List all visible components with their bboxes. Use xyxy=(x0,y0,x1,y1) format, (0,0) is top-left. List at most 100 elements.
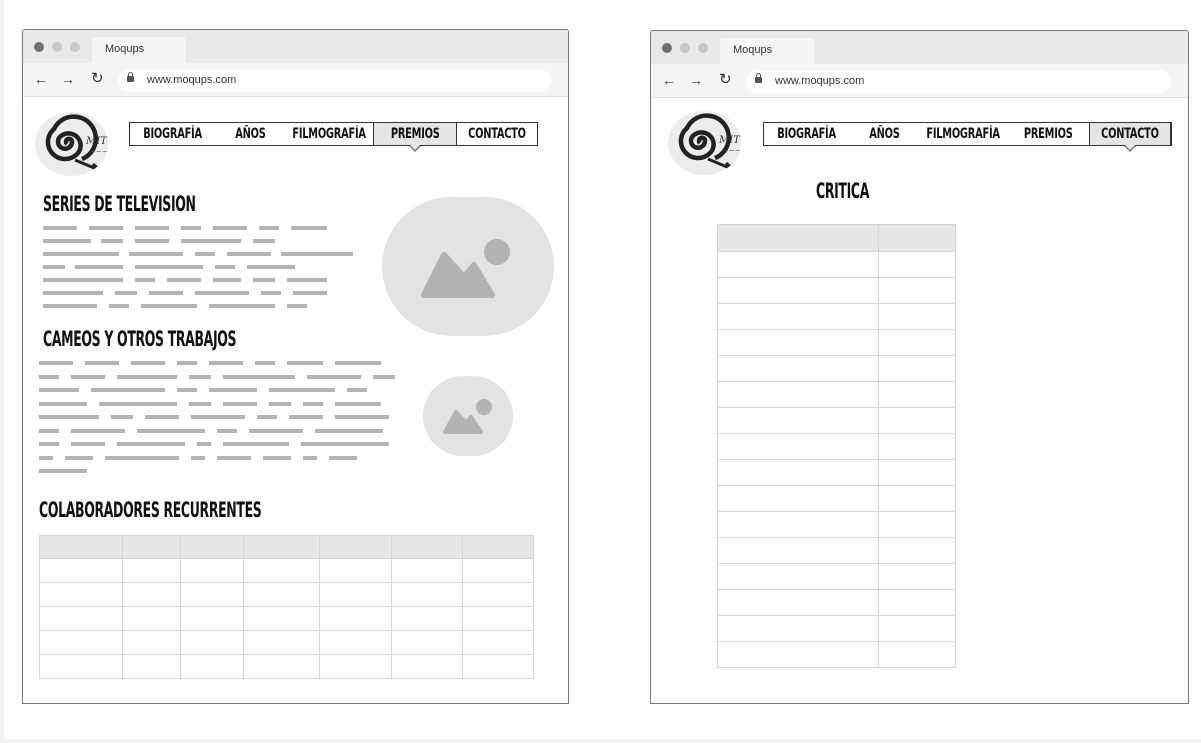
nav-item-filmografia[interactable]: FILMOGRAFÍA xyxy=(285,123,373,145)
nav-item-premios[interactable]: PREMIOS xyxy=(373,123,457,152)
table-cell xyxy=(878,485,956,512)
table-cell xyxy=(878,251,956,278)
site-logo[interactable]: MIT ~~~ xyxy=(35,112,108,176)
table-cell xyxy=(391,630,463,655)
table-header-cell xyxy=(319,535,392,559)
table-cell xyxy=(243,582,320,607)
table-header-cell xyxy=(462,535,534,559)
nav-item-contacto[interactable]: CONTACTO xyxy=(457,123,537,145)
critica-table xyxy=(717,224,956,668)
table-cell xyxy=(878,537,956,564)
arrow-left-icon[interactable]: ← xyxy=(34,70,48,88)
table-header-cell xyxy=(878,224,956,252)
address-bar: ← → ↻ www.moqups.com xyxy=(23,63,568,97)
browser-tab[interactable]: Moqups xyxy=(92,37,186,63)
tab-bar: Moqups xyxy=(651,31,1188,64)
reload-icon[interactable]: ↻ xyxy=(719,71,732,89)
table-row xyxy=(39,558,534,583)
table-cell xyxy=(717,355,879,382)
table-cell xyxy=(122,558,181,583)
url-field[interactable]: www.moqups.com xyxy=(746,70,1171,93)
table-cell xyxy=(878,381,956,408)
table-cell xyxy=(878,303,956,330)
table-cell xyxy=(717,433,879,460)
colaboradores-table xyxy=(39,535,534,679)
table-cell xyxy=(180,582,244,607)
site-logo[interactable]: MIT ~~~ xyxy=(668,111,741,175)
reload-icon[interactable]: ↻ xyxy=(91,70,104,88)
url-field[interactable]: www.moqups.com xyxy=(118,69,551,92)
browser-window-contacto: Moqups ← → ↻ www.moqups.com MIT ~~~ BIOG… xyxy=(650,30,1189,704)
page-edge-bottom xyxy=(0,739,1201,743)
table-cell xyxy=(878,459,956,486)
main-nav: BIOGRAFÍA AÑOS FILMOGRAFÍA PREMIOS CONTA… xyxy=(129,122,538,152)
table-row xyxy=(39,654,534,679)
lock-icon xyxy=(127,72,134,82)
window-minimize-dot[interactable] xyxy=(680,43,690,53)
arrow-left-icon[interactable]: ← xyxy=(662,71,676,89)
section-title-colaboradores: COLABORADORES RECURRENTES xyxy=(39,498,262,522)
table-row xyxy=(717,355,956,382)
table-row xyxy=(39,606,534,631)
logo-text: MIT xyxy=(718,135,741,146)
table-row xyxy=(717,485,956,512)
nav-item-anos[interactable]: AÑOS xyxy=(215,123,285,145)
table-cell xyxy=(878,511,956,538)
table-cell xyxy=(717,641,879,668)
arrow-right-icon[interactable]: → xyxy=(689,71,703,89)
window-close-dot[interactable] xyxy=(34,42,44,52)
nav-item-filmografia[interactable]: FILMOGRAFÍA xyxy=(919,123,1007,145)
table-cell xyxy=(180,654,244,679)
section-title-cameos: CAMEOS Y OTROS TRABAJOS xyxy=(43,327,237,351)
table-cell xyxy=(243,606,320,631)
table-cell xyxy=(462,630,534,655)
table-cell xyxy=(717,563,879,590)
page-title-critica: CRITICA xyxy=(816,179,870,203)
nav-item-anos[interactable]: AÑOS xyxy=(849,123,919,145)
nav-item-premios[interactable]: PREMIOS xyxy=(1007,123,1088,145)
table-cell xyxy=(319,606,392,631)
table-cell xyxy=(717,329,879,356)
nav-item-biografia[interactable]: BIOGRAFÍA xyxy=(764,123,849,145)
table-header-row xyxy=(39,535,534,559)
table-row xyxy=(717,277,956,304)
svg-text:~~~: ~~~ xyxy=(90,148,108,156)
arrow-right-icon[interactable]: → xyxy=(61,70,75,88)
browser-window-premios: Moqups ← → ↻ www.moqups.com MIT ~~~ BIOG… xyxy=(22,29,569,704)
table-row xyxy=(717,433,956,460)
table-header-row xyxy=(717,224,956,252)
table-cell xyxy=(180,630,244,655)
table-header-cell xyxy=(180,535,244,559)
window-minimize-dot[interactable] xyxy=(52,42,62,52)
nav-item-biografia[interactable]: BIOGRAFÍA xyxy=(130,123,215,145)
table-cell xyxy=(122,654,181,679)
table-cell xyxy=(319,654,392,679)
window-maximize-dot[interactable] xyxy=(70,42,80,52)
window-maximize-dot[interactable] xyxy=(698,43,708,53)
table-cell xyxy=(319,630,392,655)
table-row xyxy=(717,641,956,668)
image-placeholder-cameos xyxy=(423,376,513,456)
table-cell xyxy=(319,582,392,607)
table-row xyxy=(717,563,956,590)
image-placeholder-series xyxy=(382,197,554,336)
nav-item-contacto[interactable]: CONTACTO xyxy=(1088,123,1171,152)
table-header-cell xyxy=(39,535,123,559)
spiral-logo-icon: MIT ~~~ xyxy=(678,113,741,174)
table-cell xyxy=(878,433,956,460)
spiral-logo-icon: MIT ~~~ xyxy=(45,114,108,175)
table-cell xyxy=(717,381,879,408)
table-cell xyxy=(243,630,320,655)
tab-bar: Moqups xyxy=(23,30,568,63)
table-cell xyxy=(180,606,244,631)
window-close-dot[interactable] xyxy=(662,43,672,53)
table-header-cell xyxy=(717,224,879,252)
table-cell xyxy=(122,630,181,655)
browser-tab[interactable]: Moqups xyxy=(720,38,814,64)
table-cell xyxy=(39,606,123,631)
section-title-series: SERIES DE TELEVISION xyxy=(43,192,196,216)
main-nav: BIOGRAFÍA AÑOS FILMOGRAFÍA PREMIOS CONTA… xyxy=(763,122,1172,152)
table-row xyxy=(39,582,534,607)
svg-text:~~~: ~~~ xyxy=(723,147,741,155)
table-cell xyxy=(717,511,879,538)
